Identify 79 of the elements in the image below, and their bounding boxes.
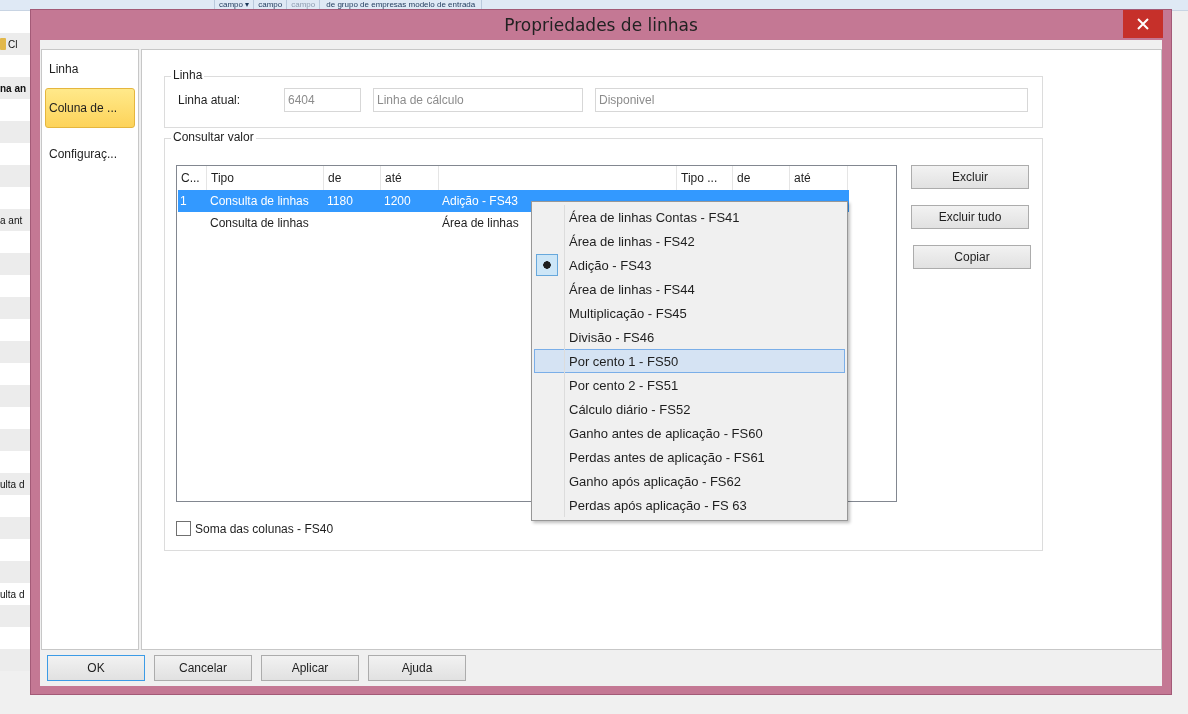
background-row [0, 451, 31, 473]
table-cell: ulta d [0, 588, 25, 600]
menu-item[interactable]: Ganho antes de aplicação - FS60 [534, 421, 845, 445]
nav-item[interactable]: Coluna de ... [45, 88, 135, 128]
dialog-button[interactable]: Cancelar [154, 655, 252, 681]
menu-item[interactable]: Área de linhas - FS42 [534, 229, 845, 253]
background-row [0, 341, 31, 363]
table-cell: 1180 [327, 194, 353, 208]
group-title: Consultar valor [171, 130, 256, 144]
action-button[interactable]: Excluir tudo [911, 205, 1029, 229]
menu-item-label: Divisão - FS46 [569, 329, 655, 345]
background-row [0, 187, 31, 209]
group-title: Linha [171, 68, 205, 82]
background-row [0, 429, 31, 451]
menu-item-label: Adição - FS43 [569, 257, 652, 273]
menu-item[interactable]: Perdas antes de aplicação - FS61 [534, 445, 845, 469]
action-button[interactable]: Copiar [913, 245, 1031, 269]
table-cell: 1 [180, 194, 187, 208]
background-row [0, 517, 31, 539]
background-row [0, 627, 31, 649]
menu-item[interactable]: Multiplicação - FS45 [534, 301, 845, 325]
table-cell: Consulta de linhas [210, 216, 309, 230]
background-row [0, 319, 31, 341]
background-row [0, 121, 31, 143]
menu-item-label: Área de linhas - FS44 [569, 281, 695, 297]
menu-item-label: Perdas após aplicação - FS 63 [569, 497, 747, 513]
table-cell: 1200 [384, 194, 411, 208]
menu-item-label: Área de linhas Contas - FS41 [569, 209, 740, 225]
close-button[interactable] [1123, 10, 1163, 38]
checkbox[interactable] [176, 521, 191, 536]
background-row [0, 297, 31, 319]
dialog-button[interactable]: OK [47, 655, 145, 681]
dialog-button[interactable]: Aplicar [261, 655, 359, 681]
background-row [0, 363, 31, 385]
table-cell: Adição - FS43 [442, 194, 519, 208]
background-row [0, 99, 31, 121]
window-title: Propriedades de linhas [504, 15, 698, 35]
menu-item[interactable]: Cálculo diário - FS52 [534, 397, 845, 421]
background-row [0, 561, 31, 583]
close-icon [1137, 18, 1149, 30]
background-row [0, 231, 31, 253]
nav-item[interactable]: Linha [45, 56, 135, 82]
nav-item[interactable]: Configuraç... [45, 134, 135, 174]
menu-item-label: Área de linhas - FS42 [569, 233, 695, 249]
background-row [0, 165, 31, 187]
table-cell: a ant [0, 214, 23, 226]
background-row [0, 253, 31, 275]
background-row [0, 495, 31, 517]
table-row[interactable]: Consulta de linhas Área de linhas [178, 212, 521, 234]
menu-item-label: Ganho antes de aplicação - FS60 [569, 425, 763, 441]
menu-item-label: Multiplicação - FS45 [569, 305, 687, 321]
background-row [0, 275, 31, 297]
background-row [0, 407, 31, 429]
table-cell: ulta d [0, 478, 25, 490]
menu-item[interactable]: Por cento 2 - FS51 [534, 373, 845, 397]
background-row [0, 385, 31, 407]
menu-item-label: Por cento 2 - FS51 [569, 377, 679, 393]
menu-item-label: Por cento 1 - FS50 [569, 353, 679, 369]
background-row [0, 605, 31, 627]
menu-item[interactable]: Área de linhas - FS44 [534, 277, 845, 301]
background-row [0, 11, 31, 33]
menu-item[interactable]: Perdas após aplicação - FS 63 [534, 493, 845, 517]
menu-item[interactable]: Por cento 1 - FS50 [534, 349, 845, 373]
dialog-button[interactable]: Ajuda [368, 655, 466, 681]
checkbox-label: Soma das colunas - FS40 [195, 521, 334, 536]
background-row [0, 539, 31, 561]
menu-item-label: Perdas antes de aplicação - FS61 [569, 449, 765, 465]
column-header: na an [0, 82, 27, 94]
menu-item[interactable]: Ganho após aplicação - FS62 [534, 469, 845, 493]
background-row [0, 55, 31, 77]
menu-item[interactable]: Adição - FS43 [534, 253, 845, 277]
background-row [0, 143, 31, 165]
action-button[interactable]: Excluir [911, 165, 1029, 189]
field-label: Linha atual: [178, 93, 242, 107]
menu-item-label: Ganho após aplicação - FS62 [569, 473, 741, 489]
table-cell: Consulta de linhas [210, 194, 309, 208]
toolbar-label: Cl [8, 38, 18, 50]
menu-item-label: Cálculo diário - FS52 [569, 401, 691, 417]
table-cell: Área de linhas [442, 216, 519, 230]
